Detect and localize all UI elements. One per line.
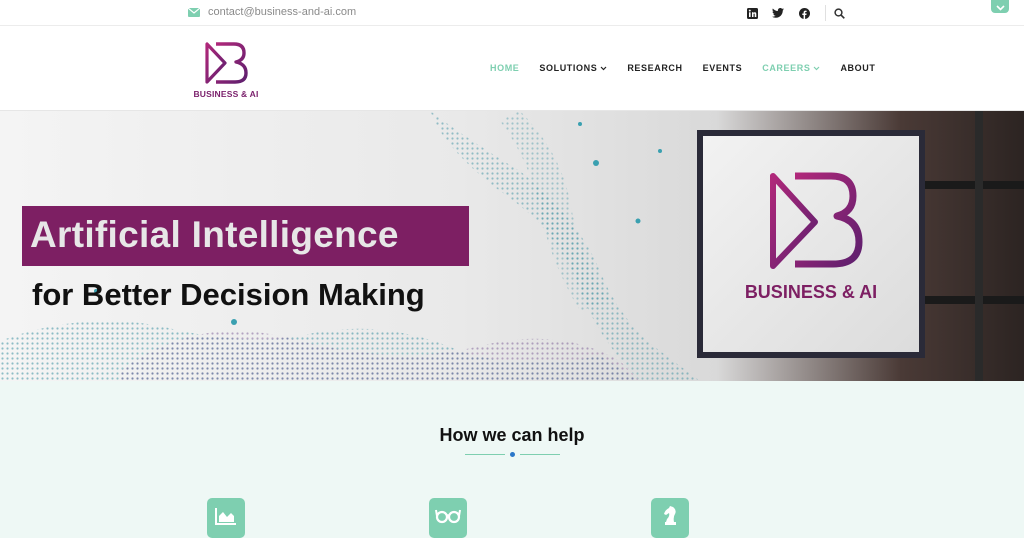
help-section: How we can help <box>0 381 1024 538</box>
nav-careers-label: CAREERS <box>762 63 811 73</box>
glasses-icon <box>435 508 461 529</box>
nav-solutions[interactable]: SOLUTIONS <box>539 63 607 73</box>
sign-post <box>975 111 983 381</box>
hero-title: Artificial Intelligence <box>30 214 399 255</box>
logo-text: BUSINESS & AI <box>193 89 259 99</box>
nav-solutions-label: SOLUTIONS <box>539 63 598 73</box>
chess-knight-icon <box>661 505 679 532</box>
chevron-down-icon <box>600 63 607 73</box>
service-card-strategy[interactable] <box>651 498 689 538</box>
envelope-icon <box>188 7 200 17</box>
sign-logo-mark <box>770 172 863 269</box>
nav-home[interactable]: HOME <box>490 63 519 73</box>
nav-research[interactable]: RESEARCH <box>627 63 682 73</box>
site-header: BUSINESS & AI HOME SOLUTIONS RESEARCH EV… <box>0 27 1024 111</box>
nav-careers[interactable]: CAREERS <box>762 63 820 73</box>
chart-icon <box>215 507 237 530</box>
linkedin-icon[interactable] <box>745 6 759 20</box>
section-title: How we can help <box>439 425 585 445</box>
nav-events-label: EVENTS <box>702 63 743 73</box>
sign-text: BUSINESS & AI <box>744 282 878 302</box>
facebook-icon[interactable] <box>797 6 811 20</box>
hero-sign: BUSINESS & AI <box>697 130 925 358</box>
twitter-icon[interactable] <box>771 6 785 20</box>
logo-mark <box>205 42 248 84</box>
hero-banner: Artificial Intelligence for Better Decis… <box>0 111 1024 381</box>
hero-subtitle: for Better Decision Making <box>32 277 425 312</box>
divider-dot <box>510 452 515 457</box>
contact-email[interactable]: contact@business-and-ai.com <box>188 6 356 18</box>
divider-line <box>520 454 560 455</box>
main-nav: HOME SOLUTIONS RESEARCH EVENTS CAREERS A… <box>490 63 895 73</box>
nav-about[interactable]: ABOUT <box>840 63 875 73</box>
nav-events[interactable]: EVENTS <box>703 63 743 73</box>
top-bar: contact@business-and-ai.com <box>0 0 1024 26</box>
divider-line <box>465 454 505 455</box>
nav-about-label: ABOUT <box>840 63 876 73</box>
service-card-insight[interactable] <box>429 498 467 538</box>
divider <box>825 5 826 21</box>
scroll-toggle-button[interactable] <box>991 0 1009 13</box>
social-links <box>745 5 858 21</box>
site-logo[interactable]: BUSINESS & AI <box>190 41 262 99</box>
nav-home-label: HOME <box>490 63 520 73</box>
title-divider <box>465 452 560 458</box>
chevron-down-icon <box>813 63 820 73</box>
nav-research-label: RESEARCH <box>627 63 683 73</box>
service-card-analytics[interactable] <box>207 498 245 538</box>
contact-email-text[interactable]: contact@business-and-ai.com <box>208 6 356 18</box>
search-icon[interactable] <box>832 6 846 20</box>
chevron-down-icon <box>995 0 1005 16</box>
